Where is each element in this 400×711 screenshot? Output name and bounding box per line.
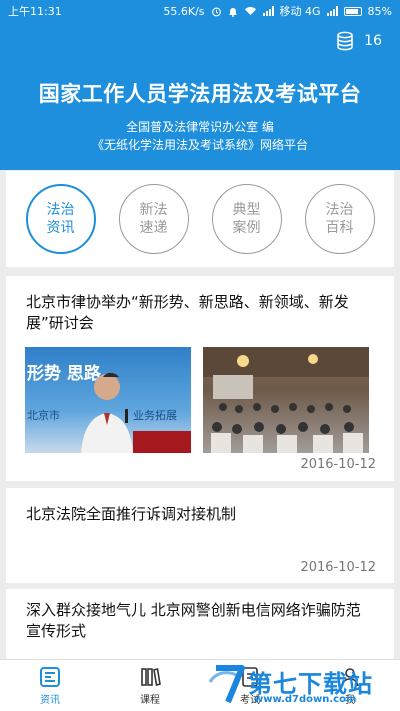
bell-icon [228, 7, 237, 17]
category-menu: 法治 资讯 新法 速递 典型 案例 法治 百科 [6, 171, 394, 267]
category-legal-encyclopedia[interactable]: 法治 百科 [304, 184, 375, 254]
category-label: 速递 [139, 220, 168, 236]
news-icon [40, 666, 60, 687]
signal-icon [262, 6, 274, 16]
speaker-figure [81, 372, 191, 453]
network-speed: 55.6K/s [163, 4, 205, 18]
battery-icon [343, 6, 362, 16]
news-image-conference [203, 347, 369, 453]
news-item[interactable]: 北京市律协举办“新形势、新思路、新领域、新发展”研讨会 形势 思路 北京市 业务… [6, 276, 394, 481]
watermark-url: www.d7down.com [254, 694, 357, 705]
news-image-speaker: 形势 思路 北京市 业务拓展 [25, 347, 191, 453]
battery-level: 85% [367, 4, 392, 18]
subtitle-editor: 全国普及法律常识办公室 编 [126, 120, 274, 134]
news-title: 北京市律协举办“新形势、新思路、新领域、新发展”研讨会 [26, 293, 349, 332]
news-date: 2016-10-12 [300, 560, 376, 575]
tab-courses[interactable]: 课程 [100, 660, 200, 711]
alarm-icon [211, 7, 221, 16]
news-date: 2016-10-12 [300, 457, 376, 472]
app-header: 上午11:31 55.6K/s 移动 4G 85% 16 国家工作人员学法用法及… [0, 0, 400, 170]
news-item[interactable]: 北京法院全面推行诉调对接机制 2016-10-12 [6, 488, 394, 583]
wifi-icon [244, 7, 256, 16]
status-time: 上午11:31 [8, 5, 62, 18]
signal-icon-2 [326, 6, 338, 16]
database-icon [337, 31, 353, 51]
news-item[interactable]: 深入群众接地气儿 北京网警创新电信网络诈骗防范宣传形式 [6, 589, 394, 659]
logo-mark: 7 [208, 665, 245, 704]
logo-char: 7 [218, 681, 225, 695]
category-label: 法治 [46, 202, 75, 218]
books-icon [141, 667, 161, 686]
category-label: 新法 [139, 202, 168, 218]
category-label: 百科 [325, 220, 354, 236]
count-label: 16 [364, 33, 382, 49]
category-label: 资讯 [46, 220, 75, 236]
category-new-laws[interactable]: 新法 速递 [118, 184, 189, 254]
tab-news[interactable]: 资讯 [0, 660, 100, 711]
tab-label: 课程 [140, 694, 160, 706]
conference-scene [203, 347, 369, 453]
category-label: 案例 [232, 220, 261, 236]
news-title: 深入群众接地气儿 北京网警创新电信网络诈骗防范宣传形式 [26, 601, 361, 640]
status-bar: 上午11:31 55.6K/s 移动 4G 85% [0, 0, 400, 22]
category-label: 典型 [232, 202, 261, 218]
platform-title: 国家工作人员学法用法及考试平台 [38, 82, 362, 106]
tab-label: 资讯 [40, 694, 60, 706]
news-title: 北京法院全面推行诉调对接机制 [26, 505, 237, 523]
network-label: 移动 4G [279, 5, 321, 18]
watermark-logo: 7 第七下载站 www.d7down.com [206, 662, 396, 710]
database-counter[interactable]: 16 [336, 31, 382, 51]
category-typical-cases[interactable]: 典型 案例 [211, 184, 282, 254]
subtitle-platform: 《无纸化学法用法及考试系统》网络平台 [91, 138, 308, 152]
category-legal-news[interactable]: 法治 资讯 [25, 184, 96, 254]
category-label: 法治 [325, 202, 354, 218]
